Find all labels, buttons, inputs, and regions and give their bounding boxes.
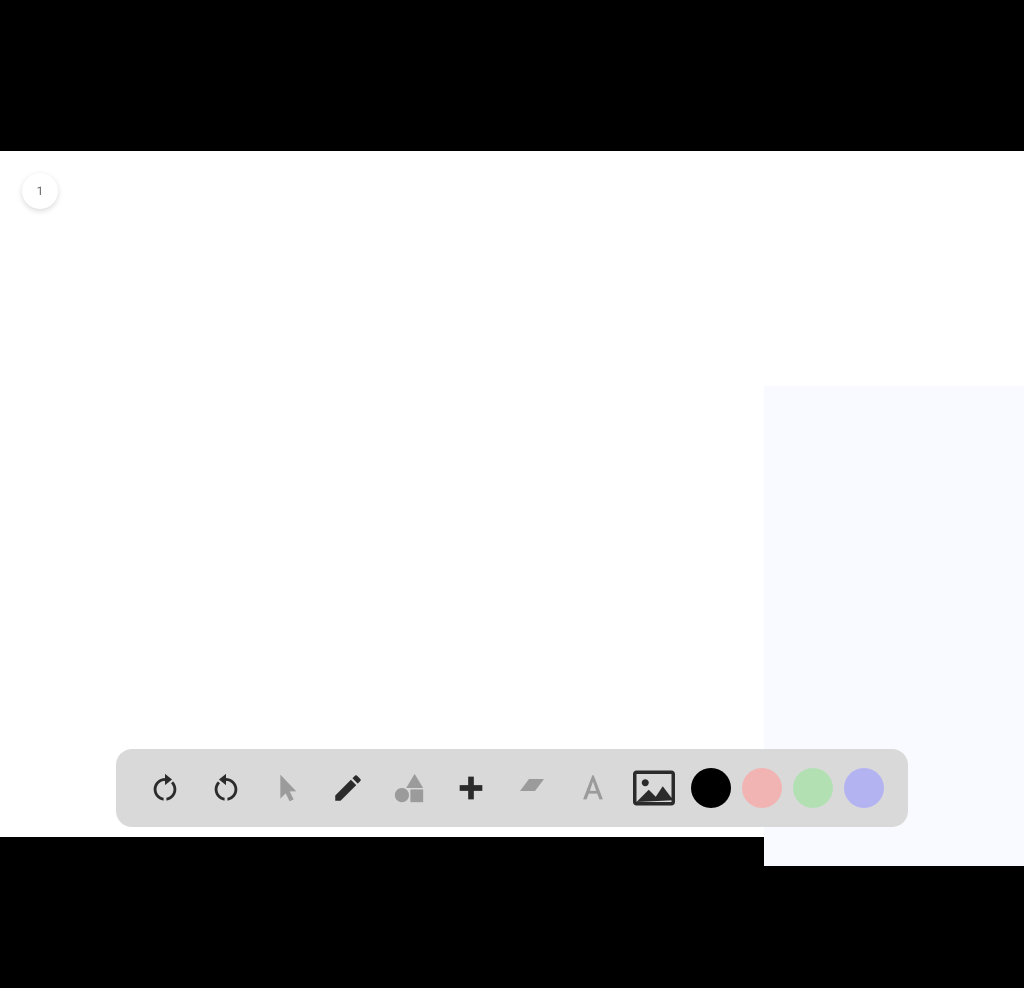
pencil-icon [331,771,365,805]
toolbar [116,749,908,827]
eraser-icon [514,770,550,806]
undo-button[interactable] [140,763,190,813]
text-tool[interactable] [568,763,618,813]
undo-icon [148,771,182,805]
user-count-value: 1 [37,184,44,198]
cursor-icon [271,772,303,804]
color-red[interactable] [742,768,782,808]
eraser-tool[interactable] [507,763,557,813]
image-tool[interactable] [629,763,679,813]
pencil-tool[interactable] [323,763,373,813]
text-icon [576,771,610,805]
color-black[interactable] [691,768,731,808]
shapes-tool[interactable] [384,763,434,813]
add-tool[interactable] [446,763,496,813]
image-icon [633,770,675,806]
color-blue[interactable] [844,768,884,808]
shapes-icon [392,771,426,805]
user-count-badge[interactable]: 1 [22,173,58,209]
redo-button[interactable] [201,763,251,813]
redo-icon [209,771,243,805]
plus-icon [454,771,488,805]
select-tool[interactable] [262,763,312,813]
color-green[interactable] [793,768,833,808]
canvas[interactable] [0,151,1024,837]
